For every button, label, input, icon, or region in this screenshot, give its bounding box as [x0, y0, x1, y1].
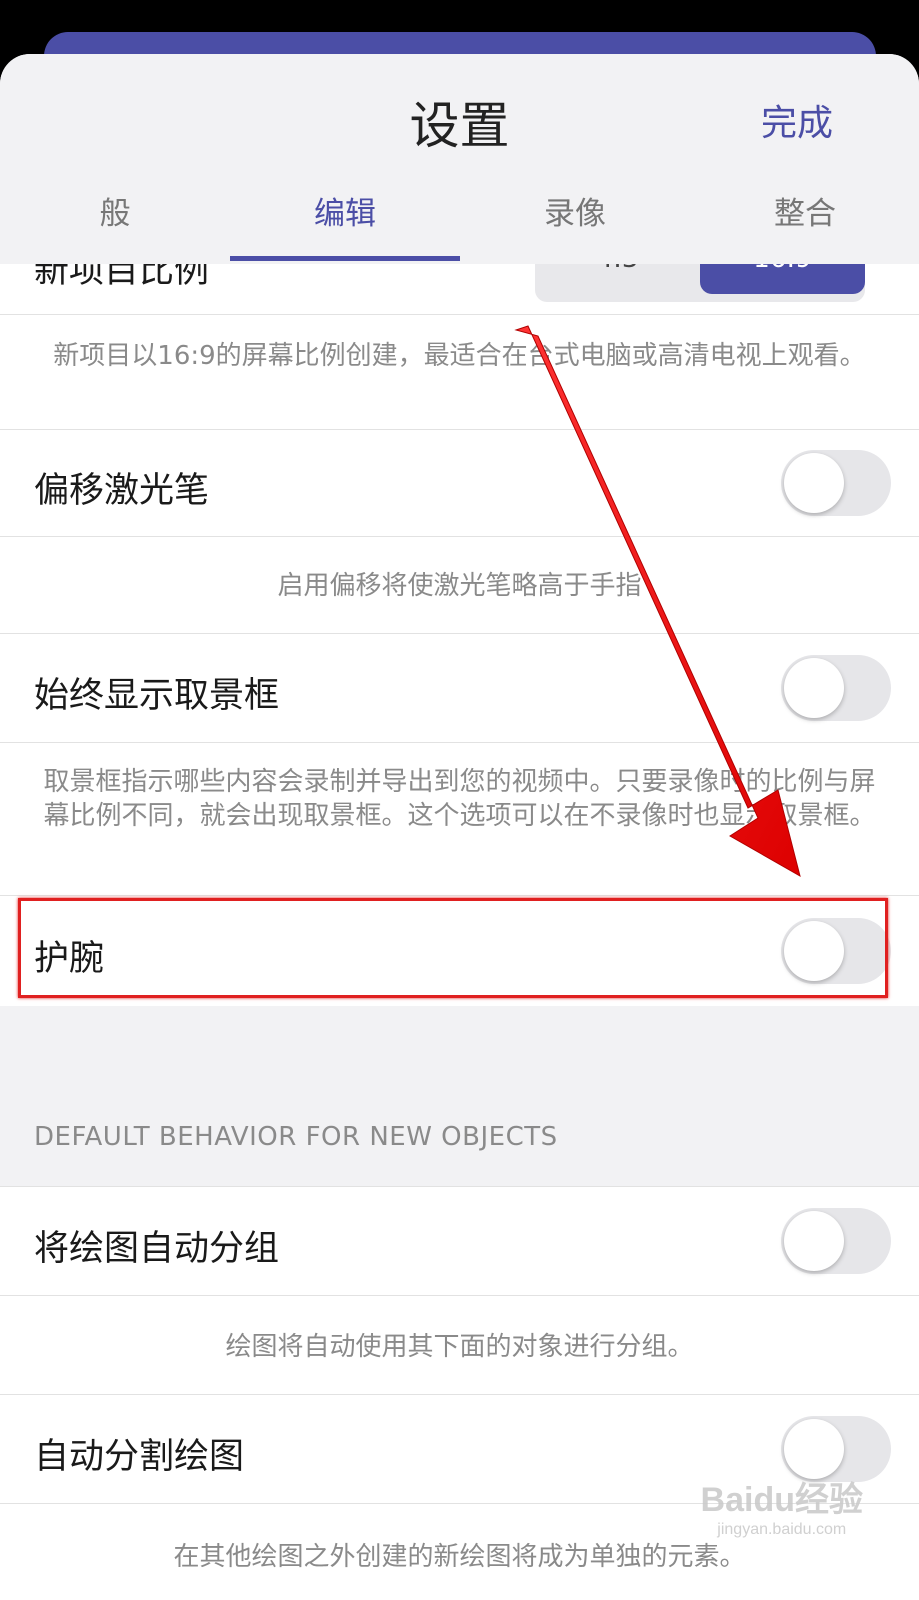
tab-edit[interactable]: 编辑: [230, 188, 460, 258]
toggle-knob: [784, 1211, 844, 1271]
sheet-header: 设置 完成 般 编辑 录像 整合: [0, 54, 919, 264]
tab-general[interactable]: 般: [0, 188, 230, 258]
settings-sheet: 设置 完成 般 编辑 录像 整合 新项目比例 4:3 16:9 新项目以16:9…: [0, 54, 919, 1600]
auto-group-description: 绘图将自动使用其下面的对象进行分组。: [0, 1296, 919, 1394]
toggle-knob: [784, 453, 844, 513]
section-header: DEFAULT BEHAVIOR FOR NEW OBJECTS: [34, 1122, 558, 1152]
watermark-text: Baidu经验: [700, 1481, 863, 1519]
tab-recording[interactable]: 录像: [460, 188, 690, 258]
highlight-box: [18, 898, 888, 998]
tab-integration[interactable]: 整合: [690, 188, 919, 258]
viewfinder-label: 始终显示取景框: [34, 676, 280, 716]
active-tab-indicator: [230, 256, 460, 261]
aspect-ratio-description: 新项目以16:9的屏幕比例创建，最适合在台式电脑或高清电视上观看。: [0, 315, 919, 429]
offset-laser-label: 偏移激光笔: [34, 471, 210, 511]
watermark: Baidu经验 jingyan.baidu.com: [701, 1472, 863, 1539]
toggle-knob: [784, 658, 844, 718]
offset-laser-row[interactable]: 偏移激光笔: [0, 430, 919, 536]
auto-split-label: 自动分割绘图: [34, 1437, 245, 1477]
done-button[interactable]: 完成: [761, 94, 833, 146]
viewfinder-toggle[interactable]: [781, 655, 891, 721]
tab-bar: 般 编辑 录像 整合: [0, 188, 919, 258]
toggle-knob: [784, 1419, 844, 1479]
auto-group-label: 将绘图自动分组: [34, 1229, 280, 1269]
offset-laser-toggle[interactable]: [781, 450, 891, 516]
watermark-subtext: jingyan.baidu.com: [717, 1521, 847, 1538]
offset-laser-description: 启用偏移将使激光笔略高于手指: [0, 537, 919, 633]
auto-group-row[interactable]: 将绘图自动分组: [0, 1187, 919, 1295]
viewfinder-row[interactable]: 始终显示取景框: [0, 634, 919, 742]
auto-group-toggle[interactable]: [781, 1208, 891, 1274]
viewfinder-description: 取景框指示哪些内容会录制并导出到您的视频中。只要录像时的比例与屏幕比例不同，就会…: [0, 743, 919, 895]
